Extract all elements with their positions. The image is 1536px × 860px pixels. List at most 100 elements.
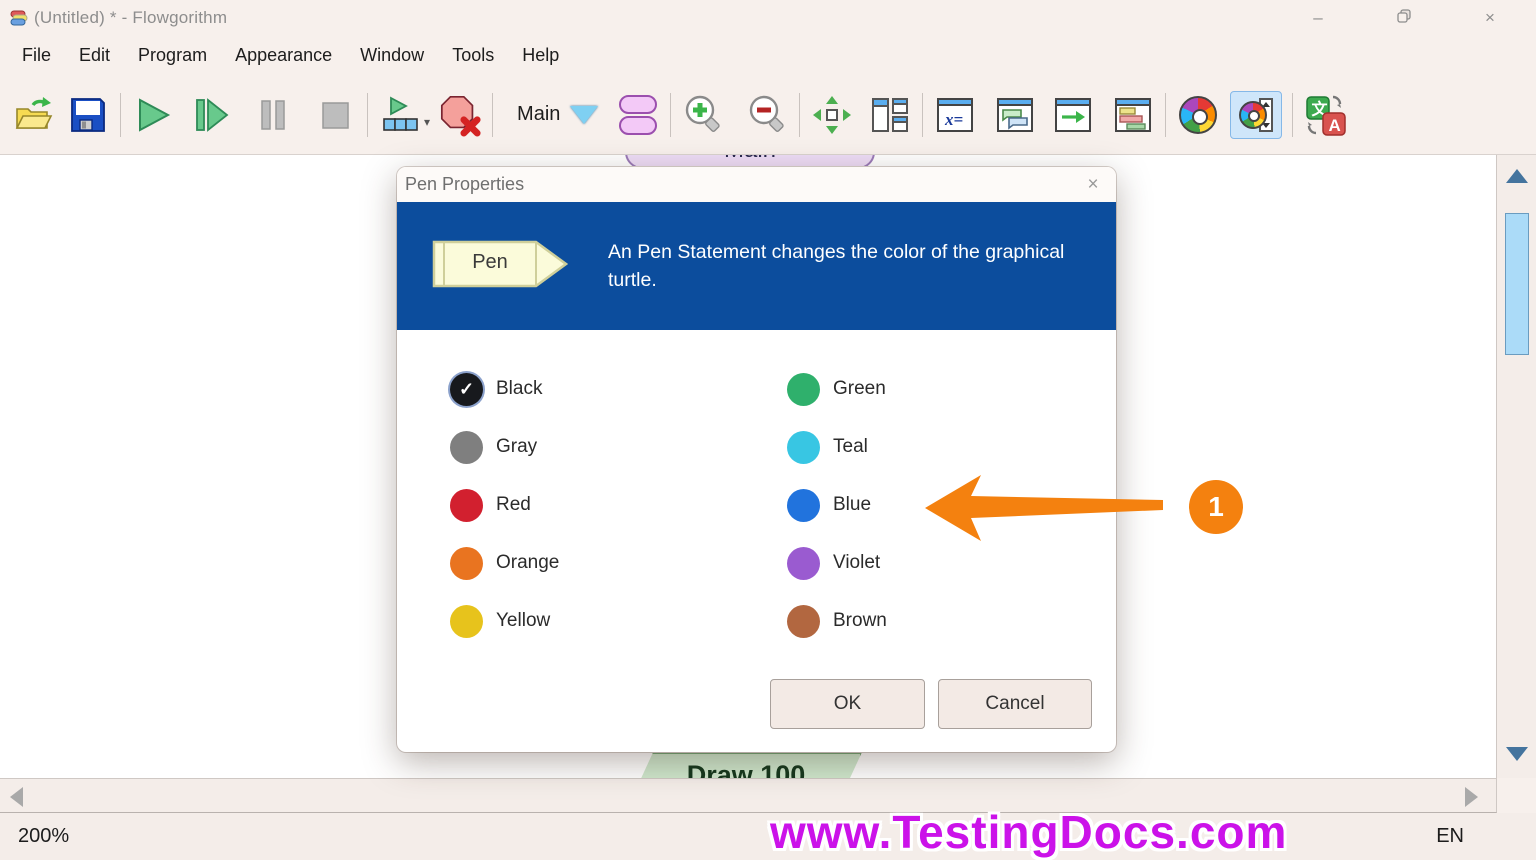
- step-icon: [196, 97, 229, 132]
- cancel-button[interactable]: Cancel: [938, 679, 1092, 729]
- clear-breakpoints-button[interactable]: [438, 91, 482, 139]
- dialog-title-bar: Pen Properties ×: [397, 167, 1116, 202]
- menu-program[interactable]: Program: [124, 39, 221, 72]
- run-to-symbol-button[interactable]: [378, 91, 422, 139]
- restore-button[interactable]: [1394, 8, 1414, 28]
- callout-badge: 1: [1189, 480, 1243, 534]
- save-button[interactable]: [66, 91, 110, 139]
- svg-text:A: A: [1329, 116, 1341, 135]
- orange-swatch-icon[interactable]: [450, 546, 483, 580]
- color-option-red[interactable]: Red: [450, 476, 559, 534]
- scroll-up-icon[interactable]: [1506, 169, 1528, 183]
- toolbar-separator: [799, 92, 801, 137]
- dialog-title: Pen Properties: [405, 174, 525, 194]
- flowchart-draw-node[interactable]: Draw 100: [630, 752, 862, 778]
- clear-breakpoints-icon: [440, 95, 481, 137]
- dialog-description: An Pen Statement changes the color of th…: [608, 241, 1065, 292]
- callout-arrow-shape: [925, 475, 1163, 541]
- color-option-gray[interactable]: Gray: [450, 418, 559, 476]
- stop-button[interactable]: [313, 91, 357, 139]
- zoom-in-icon: [686, 95, 721, 132]
- variable-watch-window-icon: x=: [937, 97, 974, 132]
- close-button[interactable]: ×: [1480, 8, 1500, 28]
- zoom-in-button[interactable]: [681, 91, 725, 139]
- color-option-blue[interactable]: Blue: [787, 476, 887, 534]
- color-label: Orange: [496, 552, 560, 573]
- zoom-out-button[interactable]: [745, 91, 789, 139]
- blue-swatch-icon[interactable]: [787, 488, 820, 522]
- step-button[interactable]: [189, 91, 233, 139]
- menu-bar: File Edit Program Appearance Window Tools Help: [0, 35, 1536, 75]
- window-title: (Untitled) * - Flowgorithm: [34, 7, 228, 27]
- color-option-violet[interactable]: Violet: [787, 534, 887, 592]
- toolbar-separator: [1292, 92, 1294, 137]
- minimize-button[interactable]: –: [1308, 8, 1328, 28]
- translate-icon: 文 A: [1306, 95, 1347, 136]
- yellow-swatch-icon[interactable]: [450, 604, 483, 638]
- color-option-teal[interactable]: Teal: [787, 418, 887, 476]
- tile-windows-button[interactable]: [868, 91, 912, 139]
- ok-button[interactable]: OK: [770, 679, 925, 729]
- output-window-button[interactable]: [1051, 91, 1095, 139]
- translate-button[interactable]: 文 A: [1303, 91, 1347, 139]
- open-folder-icon: [15, 96, 53, 129]
- color-option-brown[interactable]: Brown: [787, 592, 887, 650]
- zoom-out-icon: [750, 95, 785, 132]
- color-schemes-button[interactable]: [1176, 91, 1220, 139]
- color-option-green[interactable]: Green: [787, 360, 887, 418]
- checkmark-icon: ✓: [458, 378, 475, 399]
- color-option-orange[interactable]: Orange: [450, 534, 559, 592]
- open-button[interactable]: [12, 91, 56, 139]
- save-floppy-icon: [71, 97, 105, 132]
- color-column-right: Green Teal Blue Violet Brown: [787, 360, 887, 650]
- dialog-close-icon[interactable]: ×: [1082, 174, 1104, 196]
- color-label: Brown: [833, 610, 887, 631]
- teal-swatch-icon[interactable]: [787, 430, 820, 464]
- menu-help[interactable]: Help: [508, 39, 573, 72]
- graphics-window-button[interactable]: [1230, 90, 1283, 139]
- green-swatch-icon[interactable]: [787, 372, 820, 406]
- menu-edit[interactable]: Edit: [65, 39, 124, 72]
- scroll-down-icon[interactable]: [1506, 747, 1528, 761]
- menu-appearance[interactable]: Appearance: [221, 39, 346, 72]
- app-icon: [10, 10, 28, 25]
- red-swatch-icon[interactable]: [450, 488, 483, 522]
- violet-swatch-icon[interactable]: [787, 546, 820, 580]
- callout-arrow: [925, 475, 1163, 541]
- color-label: Yellow: [496, 610, 551, 631]
- run-to-symbol-dropdown[interactable]: ▾: [424, 115, 430, 129]
- tile-windows-icon: [872, 97, 909, 132]
- run-button[interactable]: [131, 91, 175, 139]
- watermark: www.TestingDocs.com: [770, 806, 1288, 858]
- brown-swatch-icon[interactable]: [787, 604, 820, 638]
- gray-swatch-icon[interactable]: [450, 430, 483, 464]
- color-option-black[interactable]: ✓ Black: [450, 360, 559, 418]
- toolbar-separator: [367, 92, 368, 137]
- pause-icon: [261, 99, 285, 130]
- vertical-scrollbar-thumb[interactable]: [1505, 213, 1529, 355]
- console-window-button[interactable]: [993, 91, 1037, 139]
- title-bar: (Untitled) * - Flowgorithm – ×: [0, 0, 1536, 35]
- menu-window[interactable]: Window: [346, 39, 438, 72]
- color-wheel-icon: [1239, 100, 1268, 129]
- status-bar: 200% www.TestingDocs.com EN: [0, 806, 1536, 860]
- scroll-right-icon[interactable]: [1465, 787, 1478, 807]
- fit-to-window-button[interactable]: [810, 91, 854, 139]
- black-swatch-icon[interactable]: ✓: [450, 372, 483, 406]
- layout-windows-button[interactable]: [1111, 91, 1155, 139]
- color-option-yellow[interactable]: Yellow: [450, 592, 559, 650]
- variable-watch-window-button[interactable]: x=: [933, 91, 977, 139]
- vertical-scrollbar[interactable]: [1496, 155, 1536, 778]
- function-selector-dropdown-icon[interactable]: [570, 105, 599, 124]
- menu-file[interactable]: File: [8, 39, 65, 72]
- pause-button[interactable]: [251, 91, 295, 139]
- color-column-left: ✓ Black Gray Red Orange Yellow: [450, 360, 559, 650]
- run-icon: [139, 97, 171, 132]
- scroll-left-icon[interactable]: [10, 787, 23, 807]
- shape-palette-button[interactable]: [616, 91, 660, 139]
- color-label: Red: [496, 494, 531, 515]
- toolbar-separator: [1165, 92, 1167, 137]
- menu-tools[interactable]: Tools: [438, 39, 508, 72]
- function-selector-label[interactable]: Main: [517, 103, 560, 126]
- layout-windows-icon: [1115, 97, 1152, 132]
